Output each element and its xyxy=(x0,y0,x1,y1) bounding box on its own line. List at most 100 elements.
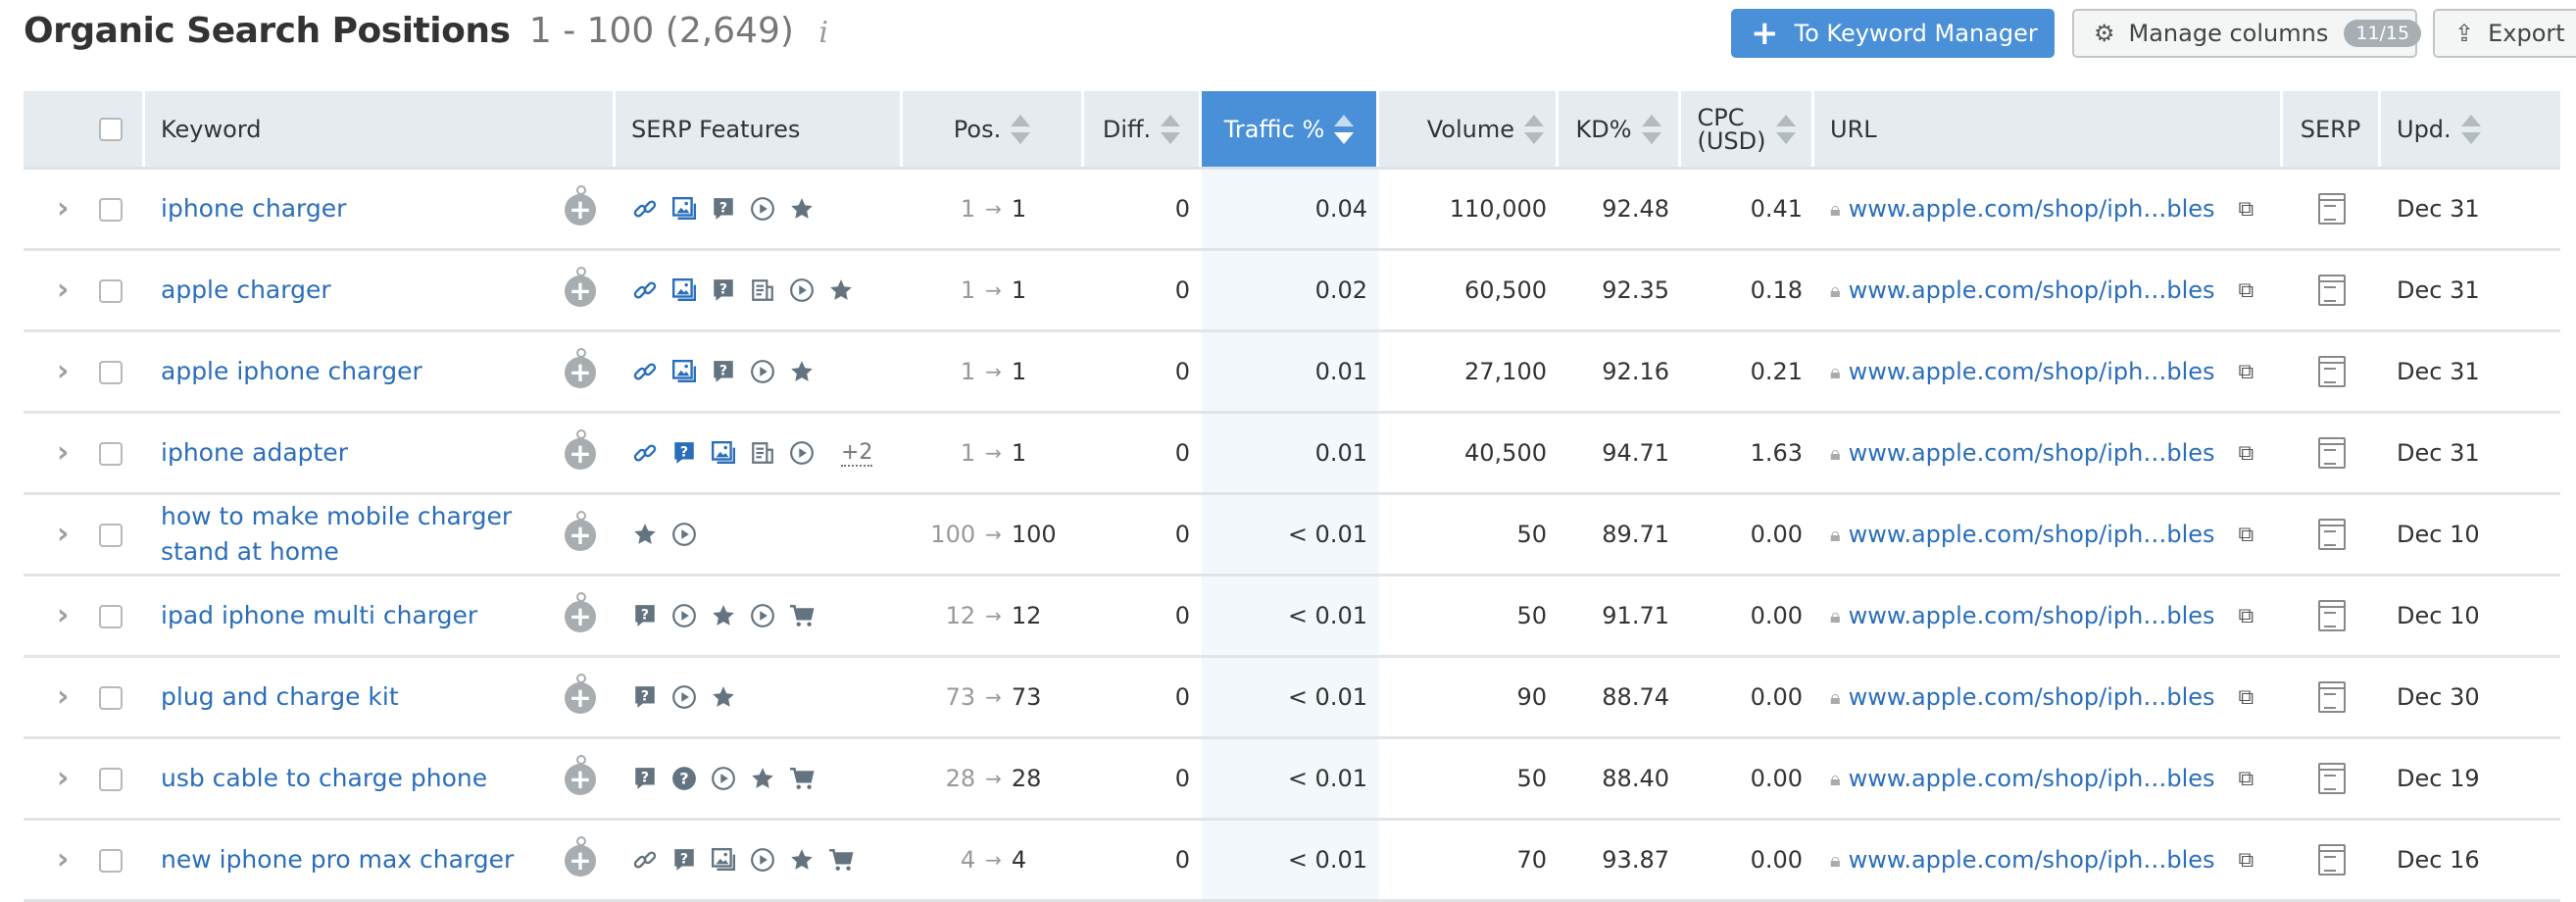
reviews-star-icon[interactable] xyxy=(788,846,816,874)
shopping-cart-icon[interactable] xyxy=(788,765,816,792)
add-to-list-icon[interactable]: + xyxy=(565,592,596,632)
faq-icon[interactable]: ? xyxy=(710,276,737,304)
external-link-icon[interactable]: ⧉ xyxy=(2239,848,2254,873)
keyword-link[interactable]: apple iphone charger xyxy=(161,354,422,389)
video-icon[interactable] xyxy=(749,358,776,385)
video-icon[interactable] xyxy=(788,276,816,304)
url-link[interactable]: www.apple.com/shop/iph…bles xyxy=(1849,358,2215,385)
info-icon[interactable]: i xyxy=(818,16,828,50)
serp-snapshot-icon[interactable] xyxy=(2318,275,2346,306)
row-checkbox[interactable] xyxy=(99,768,123,791)
reviews-star-icon[interactable] xyxy=(710,683,737,711)
expand-chevron-icon[interactable]: › xyxy=(57,273,69,307)
add-to-list-icon[interactable]: + xyxy=(565,511,596,551)
add-to-list-icon[interactable]: + xyxy=(565,267,596,307)
row-checkbox[interactable] xyxy=(99,442,123,466)
faq-icon[interactable]: ? xyxy=(631,683,659,711)
keyword-link[interactable]: apple charger xyxy=(161,273,331,308)
expand-chevron-icon[interactable]: › xyxy=(57,598,69,632)
serp-snapshot-icon[interactable] xyxy=(2318,600,2346,631)
row-checkbox[interactable] xyxy=(99,279,123,303)
header-diff[interactable]: Diff. xyxy=(1084,91,1202,167)
add-to-list-icon[interactable]: + xyxy=(565,836,596,877)
shopping-cart-icon[interactable] xyxy=(788,602,816,629)
header-volume[interactable]: Volume xyxy=(1379,91,1559,167)
image-pack-icon[interactable] xyxy=(710,846,737,874)
reviews-star-icon[interactable] xyxy=(827,276,855,304)
header-kd[interactable]: KD% xyxy=(1559,91,1681,167)
header-pos[interactable]: Pos. xyxy=(903,91,1084,167)
url-link[interactable]: www.apple.com/shop/iph…bles xyxy=(1849,846,2215,874)
video-icon[interactable] xyxy=(749,602,776,629)
image-pack-icon[interactable] xyxy=(670,276,698,304)
expand-chevron-icon[interactable]: › xyxy=(57,679,69,714)
external-link-icon[interactable]: ⧉ xyxy=(2239,604,2254,628)
url-link[interactable]: www.apple.com/shop/iph…bles xyxy=(1849,683,2215,711)
add-to-list-icon[interactable]: + xyxy=(565,755,596,795)
header-cpc[interactable]: CPC (USD) xyxy=(1681,91,1814,167)
add-to-list-icon[interactable]: + xyxy=(565,429,596,470)
serp-snapshot-icon[interactable] xyxy=(2318,356,2346,387)
faq-icon[interactable]: ? xyxy=(710,358,737,385)
serp-snapshot-icon[interactable] xyxy=(2318,681,2346,713)
row-checkbox[interactable] xyxy=(99,524,123,547)
serp-snapshot-icon[interactable] xyxy=(2318,519,2346,550)
video-icon[interactable] xyxy=(788,439,816,467)
news-icon[interactable] xyxy=(749,276,776,304)
video-icon[interactable] xyxy=(670,521,698,548)
select-all-checkbox[interactable] xyxy=(99,118,123,141)
video-icon[interactable] xyxy=(670,602,698,629)
serp-snapshot-icon[interactable] xyxy=(2318,763,2346,794)
header-traffic[interactable]: Traffic % xyxy=(1202,91,1379,167)
url-link[interactable]: www.apple.com/shop/iph…bles xyxy=(1849,765,2215,792)
faq-icon[interactable]: ? xyxy=(670,439,698,467)
link-icon[interactable] xyxy=(631,846,659,874)
faq-icon[interactable]: ? xyxy=(710,195,737,223)
row-checkbox[interactable] xyxy=(99,605,123,628)
add-to-list-icon[interactable]: + xyxy=(565,348,596,388)
keyword-link[interactable]: usb cable to charge phone xyxy=(161,761,487,796)
keyword-link[interactable]: new iphone pro max charger xyxy=(161,842,514,877)
url-link[interactable]: www.apple.com/shop/iph…bles xyxy=(1849,521,2215,548)
expand-chevron-icon[interactable]: › xyxy=(57,517,69,551)
more-features-link[interactable]: +2 xyxy=(841,440,873,467)
video-icon[interactable] xyxy=(749,195,776,223)
serp-snapshot-icon[interactable] xyxy=(2318,437,2346,469)
keyword-link[interactable]: how to make mobile charger stand at home xyxy=(161,499,553,570)
faq-icon[interactable]: ? xyxy=(670,846,698,874)
faq-icon[interactable]: ? xyxy=(631,602,659,629)
row-checkbox[interactable] xyxy=(99,686,123,710)
image-pack-icon[interactable] xyxy=(670,195,698,223)
video-icon[interactable] xyxy=(710,765,737,792)
external-link-icon[interactable]: ⧉ xyxy=(2239,360,2254,384)
url-link[interactable]: www.apple.com/shop/iph…bles xyxy=(1849,602,2215,629)
url-link[interactable]: www.apple.com/shop/iph…bles xyxy=(1849,195,2215,223)
row-checkbox[interactable] xyxy=(99,198,123,222)
expand-chevron-icon[interactable]: › xyxy=(57,191,69,226)
export-button[interactable]: ⇪ Export xyxy=(2433,9,2576,58)
link-icon[interactable] xyxy=(631,358,659,385)
url-link[interactable]: www.apple.com/shop/iph…bles xyxy=(1849,276,2215,304)
expand-chevron-icon[interactable]: › xyxy=(57,842,69,877)
keyword-link[interactable]: iphone adapter xyxy=(161,435,348,471)
add-to-list-icon[interactable]: + xyxy=(565,674,596,714)
shopping-cart-icon[interactable] xyxy=(827,846,855,874)
row-checkbox[interactable] xyxy=(99,361,123,384)
expand-chevron-icon[interactable]: › xyxy=(57,761,69,795)
to-keyword-manager-button[interactable]: + To Keyword Manager xyxy=(1731,9,2055,58)
people-also-ask-icon[interactable]: ? xyxy=(670,765,698,792)
image-pack-icon[interactable] xyxy=(710,439,737,467)
external-link-icon[interactable]: ⧉ xyxy=(2239,767,2254,791)
serp-snapshot-icon[interactable] xyxy=(2318,193,2346,225)
video-icon[interactable] xyxy=(749,846,776,874)
video-icon[interactable] xyxy=(670,683,698,711)
keyword-link[interactable]: ipad iphone multi charger xyxy=(161,598,477,633)
external-link-icon[interactable]: ⧉ xyxy=(2239,278,2254,303)
manage-columns-button[interactable]: ⚙ Manage columns 11/15 xyxy=(2072,9,2422,58)
external-link-icon[interactable]: ⧉ xyxy=(2239,523,2254,547)
faq-icon[interactable]: ? xyxy=(631,765,659,792)
row-checkbox[interactable] xyxy=(99,849,123,873)
keyword-link[interactable]: plug and charge kit xyxy=(161,679,399,715)
image-pack-icon[interactable] xyxy=(670,358,698,385)
keyword-link[interactable]: iphone charger xyxy=(161,191,346,226)
